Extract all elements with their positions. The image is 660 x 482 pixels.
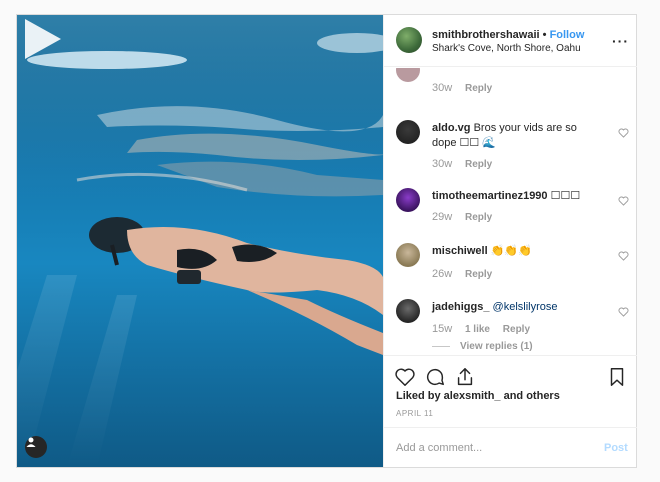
post-location[interactable]: Shark's Cove, North Shore, Oahu <box>432 43 581 54</box>
post-header: smithbrothershawaii • Follow Shark's Cov… <box>384 15 637 67</box>
comment-username[interactable]: aldo.vg <box>432 122 471 134</box>
divider <box>432 345 450 347</box>
reply-button[interactable]: Reply <box>503 324 530 335</box>
underwater-scene <box>17 15 383 467</box>
comment-username[interactable]: mischiwell <box>432 245 488 257</box>
follow-button[interactable]: Follow <box>550 29 585 41</box>
heart-icon[interactable] <box>618 251 629 261</box>
liked-by-text[interactable]: Liked by alexsmith_ and others <box>396 390 560 402</box>
video-player[interactable] <box>17 15 383 467</box>
comment-username[interactable]: timotheemartinez1990 <box>432 190 548 202</box>
comment-input[interactable] <box>396 440 586 456</box>
heart-icon[interactable] <box>618 196 629 206</box>
post-date: APRIL 11 <box>396 409 434 418</box>
avatar[interactable] <box>396 299 420 323</box>
add-comment-bar: Post <box>384 427 637 467</box>
comment-age: 26w <box>432 268 453 280</box>
comment-age: 30w <box>432 158 453 170</box>
comment-likes[interactable]: 1 like <box>465 324 490 335</box>
post-actions: Liked by alexsmith_ and others APRIL 11 <box>384 355 637 427</box>
reply-button[interactable]: Reply <box>465 269 492 280</box>
comment-age: 29w <box>432 211 453 223</box>
play-icon[interactable] <box>17 15 65 63</box>
bookmark-icon[interactable] <box>606 366 628 388</box>
reply-button[interactable]: Reply <box>465 83 492 94</box>
comment-text: 👏👏👏 <box>490 245 532 257</box>
comment-mention[interactable]: @kelslilyrose <box>493 301 558 313</box>
view-replies-button[interactable]: View replies (1) <box>432 341 533 352</box>
comment-icon[interactable] <box>424 366 446 388</box>
share-icon[interactable] <box>454 366 476 388</box>
comment-age: 15w <box>432 323 453 335</box>
separator-dot: • <box>542 29 547 41</box>
post-button[interactable]: Post <box>604 442 628 454</box>
avatar[interactable] <box>396 68 420 82</box>
heart-icon[interactable] <box>618 128 629 138</box>
reply-button[interactable]: Reply <box>465 159 492 170</box>
post-sidebar: smithbrothershawaii • Follow Shark's Cov… <box>383 15 637 467</box>
instagram-post: smithbrothershawaii • Follow Shark's Cov… <box>16 14 637 468</box>
avatar[interactable] <box>396 188 420 212</box>
reply-button[interactable]: Reply <box>465 212 492 223</box>
avatar[interactable] <box>396 243 420 267</box>
comment-text: ☐☐☐ <box>550 190 581 202</box>
heart-icon[interactable] <box>394 366 416 388</box>
user-tag-icon[interactable] <box>25 436 47 458</box>
heart-icon[interactable] <box>618 307 629 317</box>
author-username[interactable]: smithbrothershawaii <box>432 29 540 41</box>
avatar[interactable] <box>396 120 420 144</box>
comment-username[interactable]: jadehiggs_ <box>432 301 489 313</box>
comments-list[interactable]: 30w Reply aldo.vg Bros your vids are so … <box>384 68 637 355</box>
view-replies-label: View replies (1) <box>460 341 533 352</box>
more-icon[interactable]: ··· <box>612 33 629 49</box>
author-avatar[interactable] <box>396 27 422 53</box>
comment-age: 30w <box>432 82 453 94</box>
